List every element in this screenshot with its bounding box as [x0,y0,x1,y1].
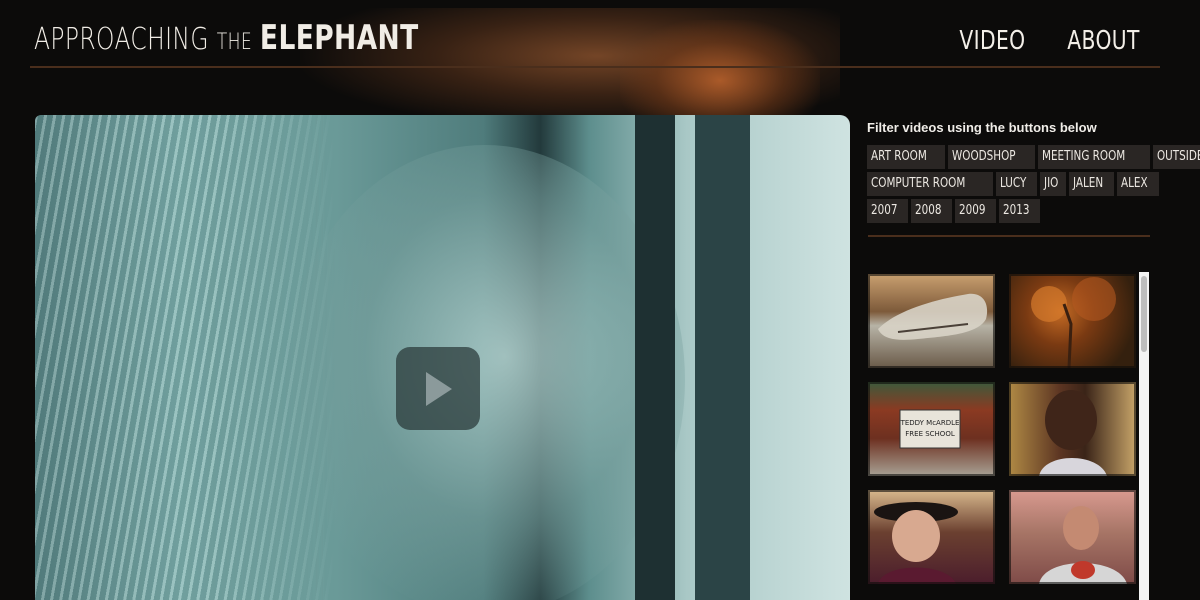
video-frame-hair [35,115,335,600]
play-button[interactable] [396,347,480,430]
filter-label: JALEN [1072,176,1103,191]
site-header: APPROACHING THE ELEPHANT VIDEO ABOUT [30,0,1160,68]
filter-label: 2008 [915,203,942,218]
video-thumbnail-grid: TEDDY McARDLE FREE SCHOOL [868,272,1138,600]
video-thumbnail-girl[interactable] [868,490,995,584]
filter-label: ALEX [1121,176,1149,191]
girl-hat-icon [874,502,958,584]
filter-row-years: 2007 2008 2009 2013 [867,199,1157,223]
filter-2013[interactable]: 2013 [999,199,1041,223]
filter-label: COMPUTER ROOM [871,176,966,191]
filter-alex[interactable]: ALEX [1117,172,1159,196]
filter-label: MEETING ROOM [1042,149,1126,164]
boy-portrait-icon [1039,390,1107,476]
sign-line-1: TEDDY McARDLE [900,419,960,427]
video-thumbnail-boy[interactable] [1009,382,1136,476]
filter-label: WOODSHOP [951,149,1016,164]
filter-art-room[interactable]: ART ROOM [867,145,945,169]
filter-label: 2007 [871,203,898,218]
man-shirt-icon [1039,506,1127,584]
autumn-tree-icon [1031,277,1116,368]
filter-2009[interactable]: 2009 [955,199,997,223]
thumbnail-scrollbar[interactable] [1139,272,1149,600]
filter-label: JIO [1043,176,1059,191]
filter-lucy[interactable]: LUCY [995,172,1037,196]
video-thumbnail-man[interactable] [1009,490,1136,584]
filter-computer-room[interactable]: COMPUTER ROOM [867,172,993,196]
filter-jalen[interactable]: JALEN [1068,172,1115,196]
logo-word-approaching: APPROACHING [34,22,209,57]
animal-skull-icon [878,293,988,340]
section-divider [868,235,1150,237]
video-frame-window-edge [695,115,750,600]
video-thumbnail-tree[interactable] [1009,274,1136,368]
site-logo[interactable]: APPROACHING THE ELEPHANT [34,18,419,58]
nav-about-link[interactable]: ABOUT [1067,26,1140,56]
filter-tags: ART ROOM WOODSHOP MEETING ROOM OUTSIDE C… [867,145,1200,226]
filter-label: 2009 [959,203,986,218]
filter-heading: Filter videos using the buttons below [867,120,1097,135]
sign-line-2: FREE SCHOOL [905,430,955,438]
video-thumbnail-school-sign[interactable]: TEDDY McARDLE FREE SCHOOL [868,382,995,476]
filter-row-locations: ART ROOM WOODSHOP MEETING ROOM OUTSIDE [867,145,1200,169]
play-icon [426,372,452,406]
nav-video-link[interactable]: VIDEO [959,26,1025,56]
filter-label: OUTSIDE [1157,149,1200,164]
scrollbar-thumb[interactable] [1141,276,1147,352]
main-nav: VIDEO ABOUT [950,26,1150,56]
video-frame-window [635,115,675,600]
video-frame-face [285,145,685,600]
filter-woodshop[interactable]: WOODSHOP [947,145,1036,169]
filter-outside[interactable]: OUTSIDE [1153,145,1200,169]
filter-2008[interactable]: 2008 [911,199,953,223]
school-sign-icon: TEDDY McARDLE FREE SCHOOL [899,409,961,449]
filter-label: 2013 [1003,203,1030,218]
filter-row-people: COMPUTER ROOM LUCY JIO JALEN ALEX [867,172,1159,196]
filter-label: LUCY [999,176,1027,191]
logo-word-elephant: ELEPHANT [259,18,419,58]
filter-2007[interactable]: 2007 [867,199,909,223]
video-thumbnail-skull[interactable] [868,274,995,368]
filter-meeting-room[interactable]: MEETING ROOM [1038,145,1151,169]
filter-label: ART ROOM [871,149,927,164]
logo-word-the: THE [216,30,253,55]
filter-jio[interactable]: JIO [1039,172,1066,196]
